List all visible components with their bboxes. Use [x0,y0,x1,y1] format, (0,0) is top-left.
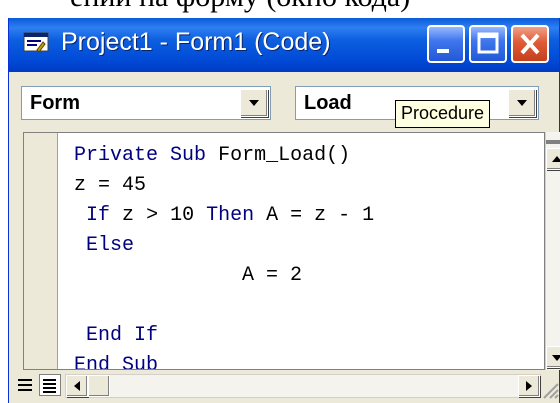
code-line[interactable]: End Sub [74,351,374,369]
code-line[interactable]: Else [74,231,374,261]
code-line[interactable]: A = 2 [74,261,374,291]
code-line[interactable]: End If [74,321,374,351]
scroll-left-button[interactable] [66,375,88,397]
procedure-tooltip: Procedure [395,100,491,128]
minimize-button[interactable] [427,25,465,63]
close-button[interactable] [511,25,549,63]
window-title: Project1 - Form1 (Code) [61,28,331,56]
code-editor[interactable]: Private Sub Form_Load() z = 45 If z > 10 … [23,132,545,370]
bottom-bar [9,370,559,403]
procedure-combo-value: Load [304,92,352,114]
margin-indicator-bar[interactable] [24,133,58,369]
code-window: Project1 - Form1 (Code) Form Load Privat… [8,18,560,403]
object-combo[interactable]: Form [21,86,271,120]
chevron-down-icon[interactable] [508,89,536,117]
maximize-button[interactable] [469,25,507,63]
title-bar[interactable]: Project1 - Form1 (Code) [9,18,559,72]
full-module-view-icon[interactable] [39,374,61,396]
code-line[interactable]: z = 45 [74,171,374,201]
object-combo-value: Form [30,92,80,114]
scroll-up-button[interactable] [546,148,560,170]
background-text: ении на форму (окно кода) [70,0,410,14]
procedure-view-icon[interactable] [15,374,37,396]
split-bar[interactable] [546,140,560,144]
code-window-icon [23,32,49,53]
code-text[interactable]: Private Sub Form_Load() z = 45 If z > 10 … [74,141,374,369]
code-line[interactable]: Private Sub Form_Load() [74,141,374,171]
chevron-down-icon[interactable] [240,89,268,117]
scroll-down-button[interactable] [546,346,560,368]
code-line[interactable] [74,291,374,321]
scroll-right-button[interactable] [518,375,540,397]
code-line[interactable]: If z > 10 Then A = z - 1 [74,201,374,231]
scroll-thumb[interactable] [88,375,110,397]
horizontal-scrollbar[interactable] [65,374,541,398]
vertical-scrollbar[interactable] [545,132,560,370]
resize-grip-icon[interactable] [541,380,559,400]
